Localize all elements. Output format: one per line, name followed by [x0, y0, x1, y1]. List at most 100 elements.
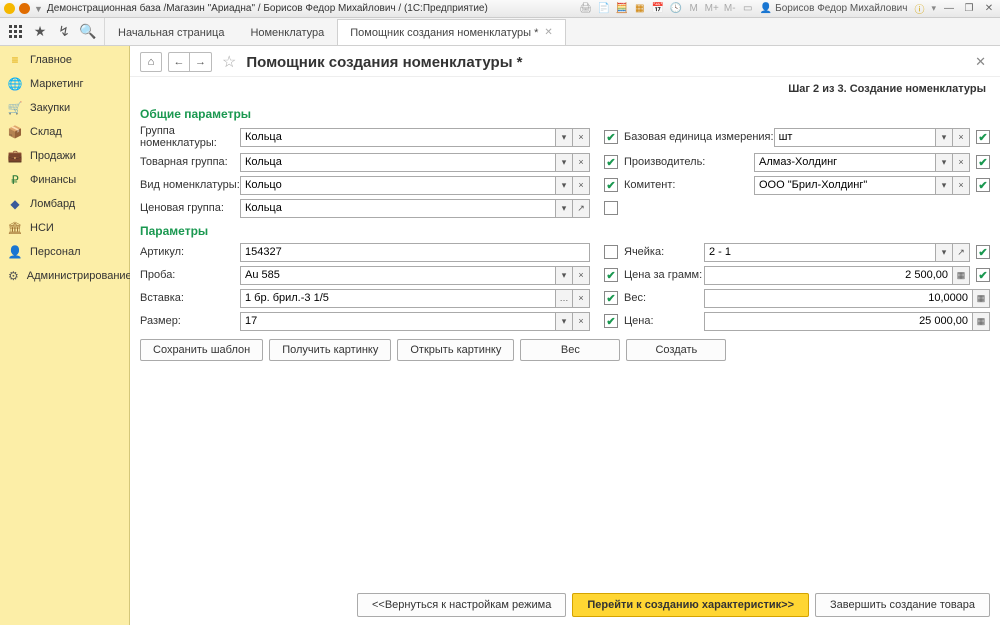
checkbox-komitent[interactable]: ✔ [604, 178, 618, 192]
dropdown-button[interactable]: ▾ [556, 128, 573, 147]
checkbox-manufacturer[interactable]: ✔ [604, 155, 618, 169]
input-price-gram[interactable] [704, 266, 953, 285]
back-to-settings-button[interactable]: <<Вернуться к настройкам режима [357, 593, 566, 617]
calc-icon[interactable]: 🧮 [616, 3, 628, 15]
clear-button[interactable]: × [953, 176, 970, 195]
input-manufacturer[interactable] [754, 153, 936, 172]
dropdown-button[interactable]: ▾ [936, 176, 953, 195]
maximize-button[interactable]: ❐ [962, 3, 976, 15]
input-komitent[interactable] [754, 176, 936, 195]
sidebar-item-staff[interactable]: 👤Персонал [0, 240, 129, 264]
sidebar-item-marketing[interactable]: 🌐Маркетинг [0, 72, 129, 96]
input-price-group[interactable] [240, 199, 556, 218]
favorites-icon[interactable]: ★ [32, 24, 48, 40]
home-button[interactable]: ⌂ [140, 52, 162, 72]
save-template-button[interactable]: Сохранить шаблон [140, 339, 263, 361]
info-icon[interactable]: ⓘ [913, 3, 925, 15]
input-vid-nom[interactable] [240, 176, 556, 195]
tab-start-page[interactable]: Начальная страница [105, 19, 237, 45]
finish-button[interactable]: Завершить создание товара [815, 593, 990, 617]
dropdown-button[interactable]: ▾ [936, 128, 953, 147]
clear-button[interactable]: × [573, 266, 590, 285]
checkbox-price-gram[interactable]: ✔ [604, 268, 618, 282]
clear-button[interactable]: × [573, 128, 590, 147]
checkbox-end[interactable]: ✔ [976, 130, 990, 144]
clear-button[interactable]: × [573, 176, 590, 195]
current-user[interactable]: 👤 Борисов Федор Михайлович [760, 3, 908, 14]
calendar-icon[interactable]: 📅 [652, 3, 664, 15]
calc-button[interactable]: ▦ [953, 266, 970, 285]
sidebar-item-nsi[interactable]: 🏛НСИ [0, 216, 129, 240]
apps-icon[interactable] [8, 24, 24, 40]
back-button[interactable]: ← [168, 52, 190, 72]
checkbox-ves[interactable]: ✔ [604, 291, 618, 305]
sidebar-item-sales[interactable]: 💼Продажи [0, 144, 129, 168]
checkbox-base-unit[interactable]: ✔ [604, 130, 618, 144]
create-button[interactable]: Создать [626, 339, 726, 361]
next-step-button[interactable]: Перейти к созданию характеристик>> [572, 593, 809, 617]
link-icon[interactable]: ↯ [56, 24, 72, 40]
dropdown-button[interactable]: ▾ [556, 312, 573, 331]
input-vstavka[interactable] [240, 289, 556, 308]
input-tsena[interactable] [704, 312, 973, 331]
input-tov-group[interactable] [240, 153, 556, 172]
input-base-unit[interactable] [774, 128, 936, 147]
star-icon[interactable]: ☆ [222, 52, 236, 72]
get-image-button[interactable]: Получить картинку [269, 339, 391, 361]
m-plus-button[interactable]: M+ [706, 3, 718, 15]
clock-icon[interactable]: 🕓 [670, 3, 682, 15]
clear-button[interactable]: × [573, 312, 590, 331]
checkbox-yacheika[interactable] [604, 245, 618, 259]
minimize-button[interactable]: — [942, 3, 956, 15]
checkbox-tsena[interactable]: ✔ [604, 314, 618, 328]
weight-button[interactable]: Вес [520, 339, 620, 361]
info-dropdown-icon[interactable]: ▾ [931, 3, 936, 14]
open-image-button[interactable]: Открыть картинку [397, 339, 514, 361]
clear-button[interactable]: × [573, 289, 590, 308]
checkbox-end[interactable]: ✔ [976, 178, 990, 192]
calc-button[interactable]: ▦ [973, 312, 990, 331]
sidebar-item-warehouse[interactable]: 📦Склад [0, 120, 129, 144]
clear-button[interactable]: × [953, 153, 970, 172]
dropdown-button[interactable]: ▾ [556, 266, 573, 285]
clear-button[interactable]: × [953, 128, 970, 147]
sidebar-item-purchases[interactable]: 🛒Закупки [0, 96, 129, 120]
input-yacheika[interactable] [704, 243, 936, 262]
clear-button[interactable]: × [573, 153, 590, 172]
m-button[interactable]: M [688, 3, 700, 15]
input-ves[interactable] [704, 289, 973, 308]
sidebar-item-main[interactable]: ≡Главное [0, 48, 129, 72]
checkbox-end[interactable]: ✔ [976, 245, 990, 259]
more-button[interactable]: … [556, 289, 573, 308]
tab-nomenclature[interactable]: Номенклатура [237, 19, 337, 45]
open-button[interactable]: ↗ [573, 199, 590, 218]
grid-icon[interactable]: ▦ [634, 3, 646, 15]
dropdown-button[interactable]: ▾ [936, 243, 953, 262]
close-icon[interactable]: ✕ [544, 27, 552, 38]
checkbox-end[interactable]: ✔ [976, 268, 990, 282]
input-group-nom[interactable] [240, 128, 556, 147]
doc-icon[interactable]: 📄 [598, 3, 610, 15]
checkbox-empty[interactable] [604, 201, 618, 215]
page-close-button[interactable]: ✕ [971, 54, 990, 70]
sidebar-item-pawnshop[interactable]: ◆Ломбард [0, 192, 129, 216]
forward-button[interactable]: → [190, 52, 212, 72]
open-button[interactable]: ↗ [953, 243, 970, 262]
dropdown-button[interactable]: ▾ [556, 176, 573, 195]
dropdown-icon[interactable]: ▼ [34, 4, 43, 14]
close-window-button[interactable]: ✕ [982, 3, 996, 15]
dropdown-button[interactable]: ▾ [936, 153, 953, 172]
checkbox-end[interactable]: ✔ [976, 155, 990, 169]
calc-button[interactable]: ▦ [973, 289, 990, 308]
m-minus-button[interactable]: M- [724, 3, 736, 15]
window-icon[interactable]: ▭ [742, 3, 754, 15]
input-razmer[interactable] [240, 312, 556, 331]
tab-wizard[interactable]: Помощник создания номенклатуры *✕ [337, 19, 566, 45]
input-proba[interactable] [240, 266, 556, 285]
dropdown-button[interactable]: ▾ [556, 199, 573, 218]
dropdown-button[interactable]: ▾ [556, 153, 573, 172]
print-icon[interactable]: 🖨 [580, 3, 592, 15]
search-icon[interactable]: 🔍 [80, 24, 96, 40]
input-articul[interactable] [240, 243, 590, 262]
sidebar-item-admin[interactable]: ⚙Администрирование [0, 264, 129, 288]
